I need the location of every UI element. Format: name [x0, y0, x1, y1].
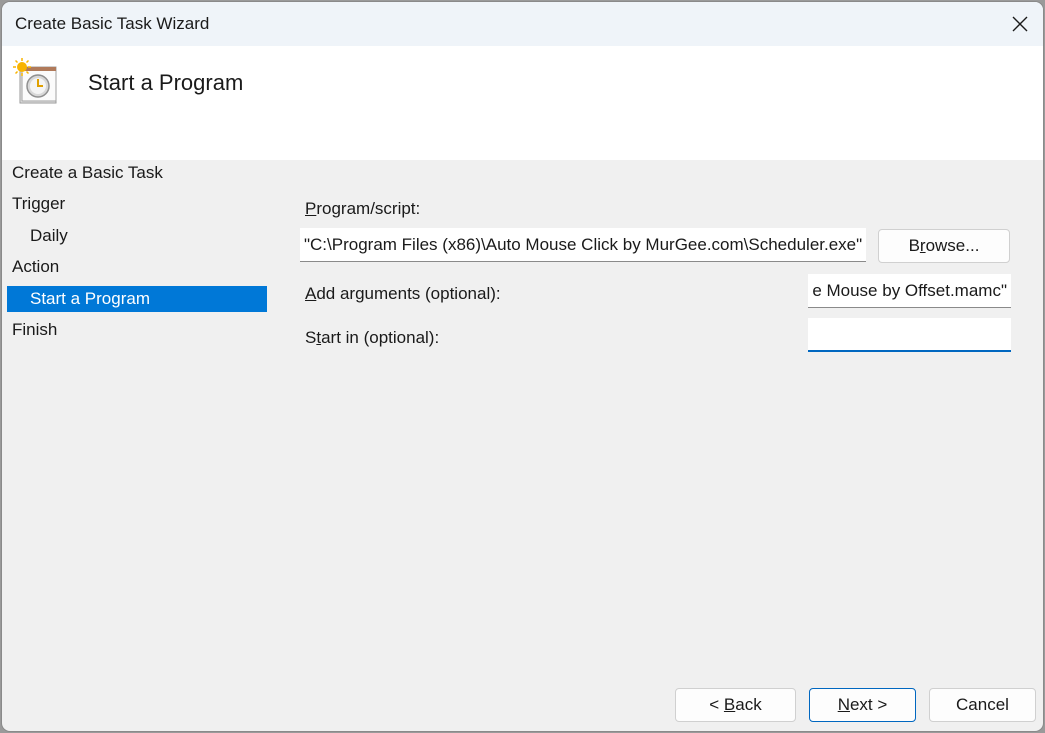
- window-title: Create Basic Task Wizard: [15, 14, 210, 33]
- nav-item-action[interactable]: Action: [7, 254, 267, 280]
- nav-item-trigger[interactable]: Trigger: [7, 191, 267, 217]
- start-in-input[interactable]: [808, 318, 1011, 352]
- nav-item-daily[interactable]: Daily: [7, 223, 267, 249]
- start-in-label: Start in (optional):: [305, 328, 440, 347]
- title-bar[interactable]: Create Basic Task Wizard: [2, 2, 1043, 46]
- wizard-steps-nav: Create a Basic Task Trigger Daily Action…: [2, 160, 282, 731]
- back-button[interactable]: < Back: [675, 688, 796, 722]
- nav-item-create-a-basic-task[interactable]: Create a Basic Task: [7, 160, 267, 186]
- close-button[interactable]: [997, 2, 1043, 46]
- nav-item-start-a-program[interactable]: Start a Program: [7, 286, 267, 312]
- next-button[interactable]: Next >: [809, 688, 916, 722]
- close-icon: [1012, 16, 1028, 32]
- nav-item-finish[interactable]: Finish: [7, 317, 267, 343]
- program-script-input[interactable]: "C:\Program Files (x86)\Auto Mouse Click…: [300, 228, 866, 262]
- add-arguments-input[interactable]: e Mouse by Offset.mamc": [808, 274, 1011, 308]
- wizard-header: Start a Program: [2, 46, 1043, 160]
- program-script-label: Program/script:: [305, 199, 421, 218]
- browse-button[interactable]: Browse...: [878, 229, 1010, 263]
- page-heading: Start a Program: [88, 70, 244, 95]
- cancel-button[interactable]: Cancel: [929, 688, 1036, 722]
- add-arguments-label: Add arguments (optional):: [305, 284, 501, 303]
- task-scheduler-clock-icon: [13, 58, 57, 104]
- create-basic-task-wizard-window: Create Basic Task Wizard Start a Program…: [2, 2, 1043, 731]
